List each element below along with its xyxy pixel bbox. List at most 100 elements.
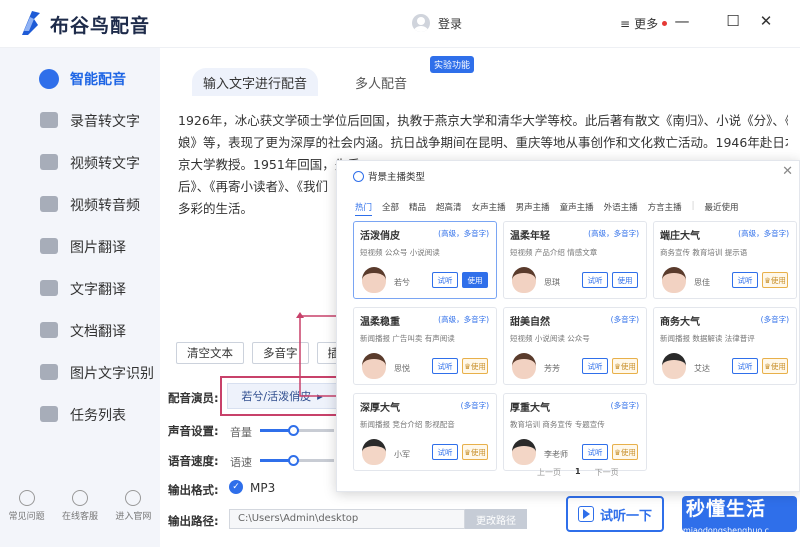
website-link[interactable]: 进入官网	[115, 490, 151, 522]
category-separator: |	[691, 201, 695, 211]
voice-use-button[interactable]: ♛ 使用	[612, 358, 638, 374]
maximize-icon[interactable]: ☐	[723, 12, 743, 30]
speed-sub-label: 语速	[230, 456, 252, 469]
check-icon[interactable]: ✓	[229, 480, 243, 494]
dialog-close-icon[interactable]: ✕	[782, 164, 793, 179]
clear-text-button[interactable]: 清空文本	[176, 342, 244, 364]
volume-handle[interactable]	[288, 425, 300, 436]
speed-handle[interactable]	[288, 455, 300, 466]
voice-card[interactable]: 甜美自然 (多音字) 短视频 小说阅读 公众号 芳芳 试听 ♛ 使用	[503, 307, 647, 385]
format-label: 输出格式:	[168, 483, 219, 497]
login-area[interactable]: 登录	[412, 14, 462, 32]
voice-try-button[interactable]: 试听	[582, 272, 608, 288]
play-icon	[577, 506, 594, 522]
sidebar-item-doc-translate[interactable]: 文档翻译	[0, 310, 160, 352]
speaker-name: 若兮	[394, 278, 410, 287]
crown-icon: ♛	[464, 447, 471, 457]
voice-card[interactable]: 活泼俏皮 (高级，多音字) 短视频 公众号 小说阅读 若兮 试听 使用	[353, 221, 497, 299]
login-link[interactable]: 登录	[438, 15, 462, 32]
more-menu[interactable]: ≡ 更多	[620, 15, 668, 32]
voice-card[interactable]: 端庄大气 (高级，多音字) 商务宣传 教育培训 提示语 思佳 试听 ♛ 使用	[653, 221, 797, 299]
sidebar-item-video-to-audio[interactable]: 视频转音频	[0, 184, 160, 226]
sidebar-item-text-translate[interactable]: 文字翻译	[0, 268, 160, 310]
prev-page-button[interactable]: 上一页	[537, 467, 561, 478]
speaker-name: 思琪	[544, 278, 560, 287]
voice-use-button[interactable]: ♛ 使用	[612, 444, 638, 460]
sidebar: 智能配音 录音转文字 视频转文字 视频转音频 图片翻译 文字翻译 文档翻译 图片…	[0, 48, 160, 547]
category-tab[interactable]: 精品	[409, 201, 426, 216]
voice-tag: (高级，多音字)	[738, 229, 789, 238]
voice-card[interactable]: 温柔年轻 (高级，多音字) 短视频 产品介绍 情感文章 思琪 试听 使用	[503, 221, 647, 299]
dialog-title: 背景主播类型	[353, 169, 425, 183]
crown-icon: ♛	[614, 361, 621, 371]
close-icon[interactable]: ✕	[756, 12, 776, 30]
bird-icon	[125, 490, 142, 506]
voice-use-button[interactable]: 使用	[462, 272, 488, 288]
voice-card[interactable]: 温柔稳重 (高级，多音字) 新闻播报 广告叫卖 有声阅读 思悦 试听 ♛ 使用	[353, 307, 497, 385]
help-link[interactable]: 常见问题	[9, 490, 45, 522]
polyphone-button[interactable]: 多音字	[252, 342, 309, 364]
sidebar-item-image-translate[interactable]: 图片翻译	[0, 226, 160, 268]
next-page-button[interactable]: 下一页	[595, 467, 619, 478]
voice-scenes: 商务宣传 教育培训 提示语	[660, 248, 748, 257]
speed-slider[interactable]	[260, 455, 334, 466]
category-tab[interactable]: 最近使用	[705, 201, 739, 216]
category-tab[interactable]: 热门	[355, 201, 373, 216]
volume-slider[interactable]	[260, 425, 334, 436]
avatar	[412, 14, 430, 32]
speaker-avatar	[512, 439, 536, 465]
output-path-field[interactable]: C:\Users\Admin\desktop	[229, 509, 465, 529]
category-tab[interactable]: 男声主播	[516, 201, 550, 216]
voice-card[interactable]: 商务大气 (多音字) 新闻播报 数据解读 法律普评 艾达 试听 ♛ 使用	[653, 307, 797, 385]
voice-scenes: 短视频 小说阅读 公众号	[510, 334, 590, 343]
voice-card[interactable]: 深厚大气 (多音字) 新闻播报 竞台介绍 影视配音 小军 试听 ♛ 使用	[353, 393, 497, 471]
voice-use-button[interactable]: ♛ 使用	[462, 358, 488, 374]
voice-use-button[interactable]: ♛ 使用	[462, 444, 488, 460]
support-link[interactable]: 在线客服	[62, 490, 98, 522]
actor-highlight: 若兮/活泼俏皮 ▸	[220, 376, 344, 416]
voice-try-button[interactable]: 试听	[432, 444, 458, 460]
tab-multi-voice[interactable]: 多人配音	[318, 68, 444, 96]
voice-try-button[interactable]: 试听	[582, 444, 608, 460]
voice-use-button[interactable]: 使用	[612, 272, 638, 288]
speaker-name: 芳芳	[544, 364, 560, 373]
sidebar-item-audio-to-text[interactable]: 录音转文字	[0, 100, 160, 142]
category-tab[interactable]: 方言主播	[648, 201, 682, 216]
voice-try-button[interactable]: 试听	[732, 272, 758, 288]
speaker-avatar	[662, 353, 686, 379]
change-path-button[interactable]: 更改路径	[465, 509, 527, 529]
sidebar-item-task-list[interactable]: 任务列表	[0, 394, 160, 436]
speaker-avatar	[362, 439, 386, 465]
voice-scenes: 新闻播报 竞台介绍 影视配音	[360, 420, 455, 429]
voice-card-grid: 活泼俏皮 (高级，多音字) 短视频 公众号 小说阅读 若兮 试听 使用 温柔年轻 (高级，多音…	[353, 221, 797, 471]
sidebar-item-ocr[interactable]: 图片文字识别	[0, 352, 160, 394]
minimize-icon[interactable]: —	[672, 12, 692, 30]
voice-try-button[interactable]: 试听	[432, 358, 458, 374]
tab-input-text[interactable]: 输入文字进行配音	[192, 68, 318, 96]
voice-card[interactable]: 厚重大气 (多音字) 教育培训 商务宣传 专题宣传 李老师 试听 ♛ 使用	[503, 393, 647, 471]
voice-use-button[interactable]: ♛ 使用	[762, 358, 788, 374]
current-page[interactable]: 1	[575, 467, 581, 478]
voice-try-button[interactable]: 试听	[432, 272, 458, 288]
category-tab[interactable]: 外语主播	[604, 201, 638, 216]
title-bar: 布谷鸟配音 登录 ≡ 更多 — ☐ ✕	[0, 0, 800, 48]
voice-try-button[interactable]: 试听	[582, 358, 608, 374]
speaker-avatar	[662, 267, 686, 293]
crown-icon: ♛	[614, 447, 621, 457]
category-tab[interactable]: 全部	[382, 201, 399, 216]
actor-select-button[interactable]: 若兮/活泼俏皮 ▸	[227, 383, 337, 409]
category-tab[interactable]: 超高清	[436, 201, 462, 216]
path-label: 输出路径:	[168, 514, 219, 528]
speaker-name: 艾达	[694, 364, 710, 373]
voice-tag: (多音字)	[610, 401, 639, 410]
sidebar-item-video-to-text[interactable]: 视频转文字	[0, 142, 160, 184]
layers-icon: ≡	[620, 16, 631, 31]
category-tab[interactable]: 女声主播	[472, 201, 506, 216]
try-listen-button[interactable]: 试听一下	[566, 496, 664, 532]
sidebar-item-smart-dubbing[interactable]: 智能配音	[0, 58, 160, 100]
editor-toolbar: 清空文本 多音字 插入	[176, 342, 362, 364]
voice-use-button[interactable]: ♛ 使用	[762, 272, 788, 288]
category-tab[interactable]: 童声主播	[560, 201, 594, 216]
voice-try-button[interactable]: 试听	[732, 358, 758, 374]
text-line: 1926年，冰心获文学硕士学位后回国，执教于燕京大学和清华大学等校。此后著有散文…	[178, 113, 788, 128]
